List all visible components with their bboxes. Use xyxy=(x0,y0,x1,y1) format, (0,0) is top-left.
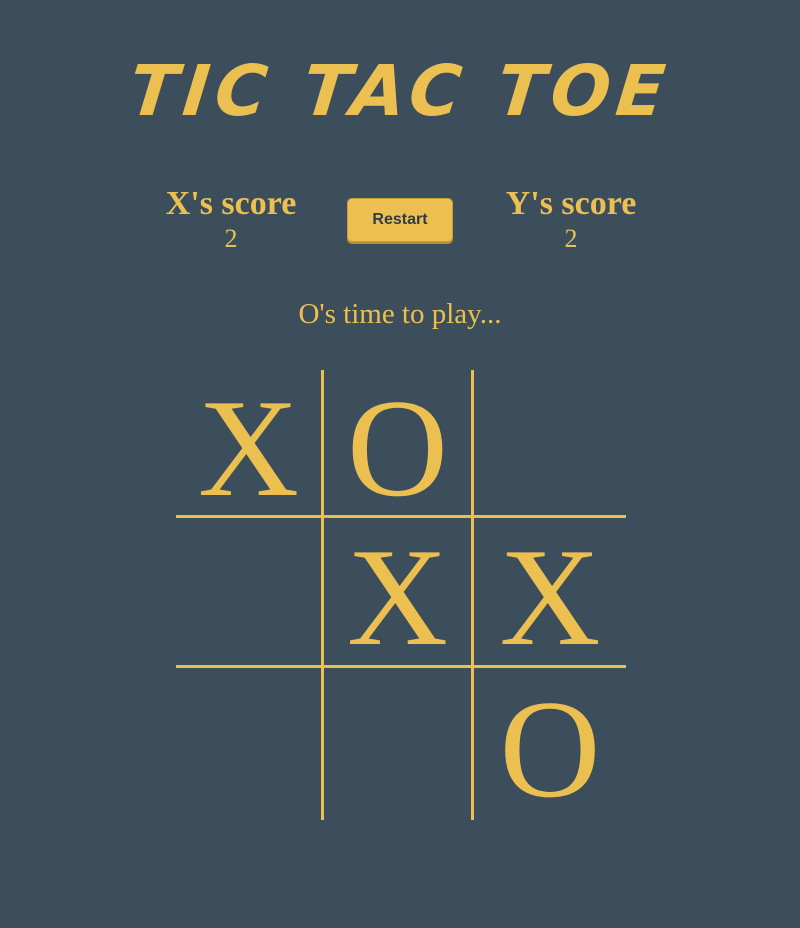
x-score-label: X's score xyxy=(165,185,297,222)
board-cell-9[interactable]: O xyxy=(474,668,626,820)
board-cell-4[interactable] xyxy=(176,518,324,668)
board-cell-2[interactable]: O xyxy=(324,370,474,518)
board-cell-1[interactable]: X xyxy=(176,370,324,518)
cell-mark: X xyxy=(346,519,449,675)
y-score-value: 2 xyxy=(564,224,578,253)
y-score-label: Y's score xyxy=(505,185,637,222)
game-board: X O X X O xyxy=(176,370,626,820)
cell-mark: O xyxy=(499,672,601,827)
board-cell-7[interactable] xyxy=(176,668,324,820)
x-score-value: 2 xyxy=(224,224,238,253)
board-cell-8[interactable] xyxy=(324,668,474,820)
board-cell-3[interactable] xyxy=(474,370,626,518)
board-cell-5[interactable]: X xyxy=(324,518,474,668)
board-cell-6[interactable]: X xyxy=(474,518,626,668)
cell-mark: O xyxy=(346,370,449,526)
game-title: TIC TAC TOE xyxy=(125,50,675,132)
y-score-panel: Y's score 2 xyxy=(471,182,671,252)
cell-mark: X xyxy=(499,519,601,675)
restart-button[interactable]: Restart xyxy=(347,198,453,242)
cell-mark: X xyxy=(197,370,300,526)
x-score-panel: X's score 2 xyxy=(131,182,331,252)
turn-status: O's time to play... xyxy=(298,298,502,330)
